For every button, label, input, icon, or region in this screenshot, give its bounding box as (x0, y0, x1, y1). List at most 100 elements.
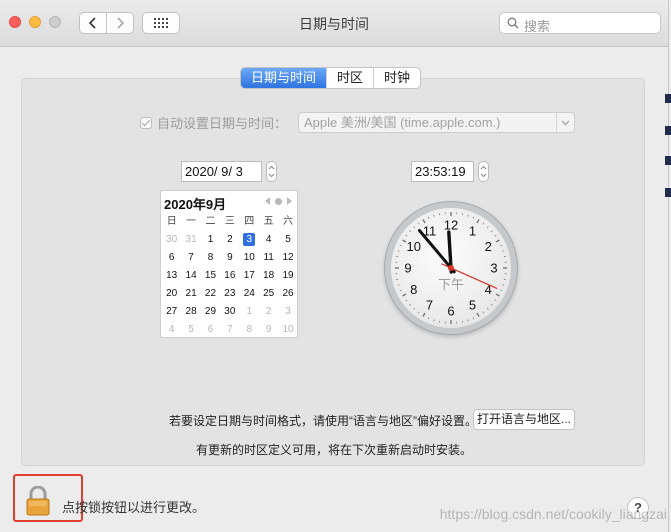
calendar-day[interactable]: 7 (220, 321, 239, 339)
calendar-day[interactable]: 23 (220, 285, 239, 303)
calendar-day[interactable]: 18 (259, 267, 278, 285)
next-month-icon[interactable] (287, 197, 292, 205)
calendar-day[interactable]: 20 (162, 285, 181, 303)
calendar-day[interactable]: 25 (259, 285, 278, 303)
clock-tick (486, 307, 489, 310)
previous-month-icon[interactable] (265, 197, 270, 205)
calendar-day[interactable]: 11 (259, 249, 278, 267)
clock-tick (482, 222, 485, 225)
calendar-day[interactable]: 30 (162, 231, 181, 249)
calendar-day[interactable]: 2 (259, 303, 278, 321)
calendar-day[interactable]: 16 (220, 267, 239, 285)
calendar-day[interactable]: 6 (201, 321, 220, 339)
calendar-day[interactable]: 1 (201, 231, 220, 249)
calendar-controls (265, 197, 292, 205)
calendar-day[interactable]: 8 (201, 249, 220, 267)
clock-tick (402, 239, 407, 243)
clock-tick (467, 214, 469, 217)
calendar-day[interactable]: 1 (240, 303, 259, 321)
calendar-day[interactable]: 7 (181, 249, 200, 267)
calendar-day[interactable]: 29 (201, 303, 220, 321)
date-stepper[interactable] (266, 161, 277, 182)
clock-tick (502, 250, 505, 252)
open-language-region-button[interactable]: 打开语言与地区... (473, 409, 575, 430)
watermark: https://blog.csdn.net/cookily_liangzai (439, 506, 667, 522)
lock-icon[interactable] (26, 486, 50, 516)
tab-date-time[interactable]: 日期与时间 (241, 68, 327, 88)
clock-tick (409, 303, 412, 306)
calendar-day[interactable]: 6 (162, 249, 181, 267)
today-dot-icon[interactable] (275, 197, 282, 205)
calendar-day[interactable]: 31 (181, 231, 200, 249)
clock-tick (399, 244, 402, 247)
calendar-grid: 日一二三四五六 30 31 1 2 3 4 5 6 7 8 9 10 11 12 13 14 15 16 17 18 19… (162, 213, 298, 339)
calendar-week: 6 7 8 9 10 11 12 (162, 249, 298, 267)
calendar-day[interactable]: 5 (278, 231, 297, 249)
tab-clock[interactable]: 时钟 (373, 68, 420, 88)
time-server-select[interactable]: Apple 美洲/美国 (time.apple.com.) (298, 112, 575, 133)
tab-time-zone[interactable]: 时区 (326, 68, 373, 88)
lock-label: 点按锁按钮以进行更改。 (62, 500, 206, 515)
clock-number: 12 (444, 218, 458, 233)
clock-number: 5 (469, 298, 476, 313)
clock-tick (413, 226, 416, 229)
calendar-day[interactable]: 10 (278, 321, 297, 339)
clock-tick (490, 230, 493, 233)
clock-number: 3 (490, 261, 497, 276)
clock-tick (422, 312, 426, 317)
clock-tick (417, 222, 420, 225)
clock-number: 8 (410, 282, 417, 297)
clock-center-pin (448, 265, 454, 271)
calendar-day[interactable]: 30 (220, 303, 239, 321)
clock-tick (433, 214, 435, 217)
calendar-day[interactable]: 3 (278, 303, 297, 321)
clock-tick (402, 293, 407, 297)
search-field[interactable]: 搜索 (499, 12, 661, 34)
calendar-day[interactable]: 5 (181, 321, 200, 339)
calendar-week: 13 14 15 16 17 18 19 (162, 267, 298, 285)
weekday-label: 五 (263, 216, 274, 227)
calendar-day[interactable]: 28 (181, 303, 200, 321)
clock-tick (490, 303, 493, 306)
time-server-value: Apple 美洲/美国 (time.apple.com.) (304, 115, 501, 130)
calendar-day[interactable]: 10 (240, 249, 259, 267)
calendar-week: 27 28 29 30 1 2 3 (162, 303, 298, 321)
clock-tick (399, 289, 402, 292)
calendar-day[interactable]: 4 (162, 321, 181, 339)
calendar-day[interactable]: 4 (259, 231, 278, 249)
clock-number: 10 (407, 239, 421, 254)
calendar-day[interactable]: 19 (278, 267, 297, 285)
clock-tick (405, 299, 408, 302)
time-stepper[interactable] (478, 161, 489, 182)
calendar-day[interactable]: 17 (240, 267, 259, 285)
clock-tick (427, 216, 430, 219)
calendar-day[interactable]: 13 (162, 267, 181, 285)
auto-set-label: 自动设置日期与时间： (157, 116, 288, 131)
calendar-day[interactable]: 12 (278, 249, 297, 267)
time-field[interactable]: 23:53:19 (411, 161, 474, 182)
date-field[interactable]: 2020/ 9/ 3 (181, 161, 262, 182)
calendar-day[interactable]: 2 (220, 231, 239, 249)
auto-set-checkbox[interactable] (140, 116, 152, 129)
clock-ampm: 下午 (438, 278, 464, 293)
clock-tick (397, 284, 400, 286)
calendar-day[interactable]: 22 (201, 285, 220, 303)
analog-clock: 12 1 2 3 4 5 6 7 8 9 10 11 下午 (391, 208, 511, 328)
calendar-day[interactable]: 8 (240, 321, 259, 339)
calendar-day[interactable]: 9 (259, 321, 278, 339)
calendar-day[interactable]: 24 (240, 285, 259, 303)
calendar-day[interactable]: 27 (162, 303, 181, 321)
calendar-day[interactable]: 9 (220, 249, 239, 267)
calendar-day[interactable]: 15 (201, 267, 220, 285)
calendar-day[interactable]: 21 (181, 285, 200, 303)
calendar-day-selected[interactable]: 3 (240, 231, 259, 249)
calendar-day[interactable]: 14 (181, 267, 200, 285)
tab-bar: 日期与时间 时区 时钟 (240, 67, 422, 89)
clock-number: 1 (469, 223, 476, 238)
weekday-label: 三 (224, 216, 235, 227)
content-panel (21, 78, 645, 466)
calendar-day[interactable]: 26 (278, 285, 297, 303)
window-edge-strip (665, 84, 671, 464)
clock-tick (500, 244, 503, 247)
stepper-arrows-icon (480, 165, 487, 178)
